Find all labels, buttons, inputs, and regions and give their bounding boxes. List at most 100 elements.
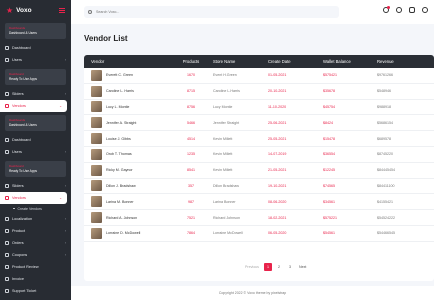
avatar [91, 69, 102, 81]
column-header-revenue[interactable]: Revenue [371, 59, 411, 64]
table-row[interactable]: Larina M. Bonner 987 Larina Bonner 08-06-20… [84, 194, 434, 211]
footer: Copyright 2022 © Voxo theme by pixelstra… [71, 286, 434, 300]
column-header-create-date[interactable]: Create Date [261, 59, 316, 64]
sidebar-item-vendors[interactable]: Vendors ⌄ [0, 100, 67, 112]
avatar [91, 117, 102, 129]
sidebar-item-label: Localization [12, 217, 33, 221]
table-row[interactable]: Ricky M. Gaynor 8541 Kevin Millett 21-05-20… [84, 163, 434, 179]
column-header-products[interactable]: Products [176, 59, 206, 64]
avatar [91, 148, 102, 160]
moon-icon[interactable] [396, 7, 402, 13]
create-date: 08-06-2020 [268, 199, 287, 204]
table-row[interactable]: Richard A. Johnson 7521 Richard Johnson 18-… [84, 210, 434, 226]
home-icon [5, 46, 9, 50]
sidebar-item-support-ticket[interactable]: Support Ticket [0, 285, 71, 297]
column-header-store-name[interactable]: Store Name [206, 59, 261, 64]
table-row[interactable]: Orob T. Thomas 1235 Kevin Millett 14-07-201… [84, 147, 434, 163]
sidebar-item-localization[interactable]: Localization › [0, 213, 71, 225]
sidebar-item-coupons[interactable]: Coupons › [0, 249, 71, 261]
products-count: 357 [188, 183, 194, 188]
revenue: $548946 [377, 89, 391, 94]
sidebar-item-sliders[interactable]: Sliders › [0, 88, 71, 100]
store-name: Event H.Green [213, 73, 237, 78]
products-count: 8541 [187, 168, 195, 173]
sidebar-item-invoice[interactable]: Invoice [0, 273, 71, 285]
table-row[interactable]: Dillon J. Bradshaw 357 Dillon Bradshaw 19-1… [84, 179, 434, 195]
revenue: $54524222 [377, 215, 395, 220]
store-name: Richard Johnson [213, 215, 240, 220]
pagination-previous[interactable]: Previous [243, 263, 261, 271]
wallet-balance: $36554 [323, 152, 335, 157]
create-date: 25-06-2021 [268, 120, 287, 125]
column-header-vendor[interactable]: Vendor [84, 59, 176, 64]
create-date: 11-10-2020 [268, 104, 287, 109]
pagination-next[interactable]: Next [297, 263, 308, 271]
sidebar-item-product-review[interactable]: Product Review [0, 261, 71, 273]
create-date: 21-05-2021 [268, 168, 287, 173]
pagination: Previous 1 2 3 Next [243, 263, 308, 271]
table-header: Vendor Products Store Name Create Date W… [84, 55, 434, 68]
chevron-right-icon: › [64, 184, 66, 188]
revenue: $84411100 [377, 183, 395, 188]
revenue: $988918 [377, 104, 391, 109]
user-icon[interactable] [422, 7, 428, 13]
menu-toggle-icon[interactable] [59, 7, 65, 13]
table-row[interactable]: Jennifer A. Straight 5466 Jennifer Straigh… [84, 115, 434, 132]
table-row[interactable]: Louise J. Gibbs 4514 Kevin Millett 25-05-20… [84, 131, 434, 147]
message-icon[interactable] [409, 7, 415, 13]
sidebar-item-users[interactable]: Users › [0, 146, 71, 158]
logo-star-icon: ★ [6, 5, 14, 15]
bell-icon[interactable] [383, 6, 390, 13]
star-icon [5, 265, 9, 269]
sidebar-item-dashboard[interactable]: Dashboard [0, 42, 71, 54]
revenue: $84445454 [377, 168, 395, 173]
products-count: 987 [188, 199, 194, 204]
sidebar-item-sliders[interactable]: Sliders › [0, 180, 71, 192]
table-row[interactable]: Everett C. Green 1670 Event H.Green 01-05-2… [84, 68, 434, 84]
pagination-page-2[interactable]: 2 [275, 263, 283, 271]
sidebar-item-label: Product Review [12, 265, 39, 269]
sidebar-item-users[interactable]: Users › [0, 54, 71, 66]
store-name: Kevin Millett [213, 136, 233, 141]
wallet-balance: $74565 [323, 183, 335, 188]
sidebar-item-label: Sliders [12, 92, 24, 96]
vendor-cell: Caroline L. Harris [84, 85, 176, 97]
sidebar-section-header: Dashboard Ready To Use Apps [5, 69, 66, 85]
create-date: 14-07-2019 [268, 152, 287, 157]
search-box[interactable] [84, 6, 339, 18]
invoice-icon [5, 277, 9, 281]
pagination-page-1[interactable]: 1 [263, 263, 272, 271]
table-row[interactable]: Lucy L. Montie 8756 Lucy Montie 11-10-2020 $… [84, 100, 434, 116]
sliders-icon [5, 184, 9, 188]
sidebar-item-label: Sliders [12, 184, 24, 188]
wallet-balance: $34561 [323, 199, 335, 204]
chevron-right-icon: › [64, 253, 66, 257]
section-kicker: Dashboard [9, 72, 24, 76]
avatar [91, 85, 102, 97]
sidebar-item-label: Support Ticket [12, 289, 37, 293]
sidebar-item-product[interactable]: Product › [0, 225, 71, 237]
sidebar-item-vendors[interactable]: Vendors ⌄ [0, 192, 67, 204]
avatar [91, 227, 102, 239]
sidebar-item-label: Product [12, 229, 26, 233]
sidebar-item-dashboard[interactable]: Dashboard [0, 134, 71, 146]
search-input[interactable] [96, 10, 296, 14]
vendor-name: Lorraine D. McDowell [106, 231, 141, 236]
sidebar-subitem-create-vendors[interactable]: Create Vendors [0, 204, 71, 213]
vendor-cell: Lucy L. Montie [84, 101, 176, 113]
table-row[interactable]: Lorraine D. McDowell 7864 Lorraine McDowel… [84, 226, 434, 242]
products-count: 8756 [187, 104, 195, 109]
products-count: 4514 [187, 136, 195, 141]
column-header-wallet-balance[interactable]: Wallet Balance [316, 59, 371, 64]
ticket-icon [5, 253, 9, 257]
store-name: Jennifer Straight [213, 120, 240, 125]
section-kicker: Dashboards [9, 118, 26, 122]
pagination-page-3[interactable]: 3 [286, 263, 294, 271]
home-icon [5, 138, 9, 142]
avatar [91, 180, 102, 192]
table-row[interactable]: Caroline L. Harris 8715 Caroline L.Harris 2… [84, 84, 434, 100]
vendor-cell: Dillon J. Bradshaw [84, 180, 176, 192]
search-icon [88, 10, 92, 14]
sidebar-item-orders[interactable]: Orders › [0, 237, 71, 249]
globe-icon [5, 217, 9, 221]
